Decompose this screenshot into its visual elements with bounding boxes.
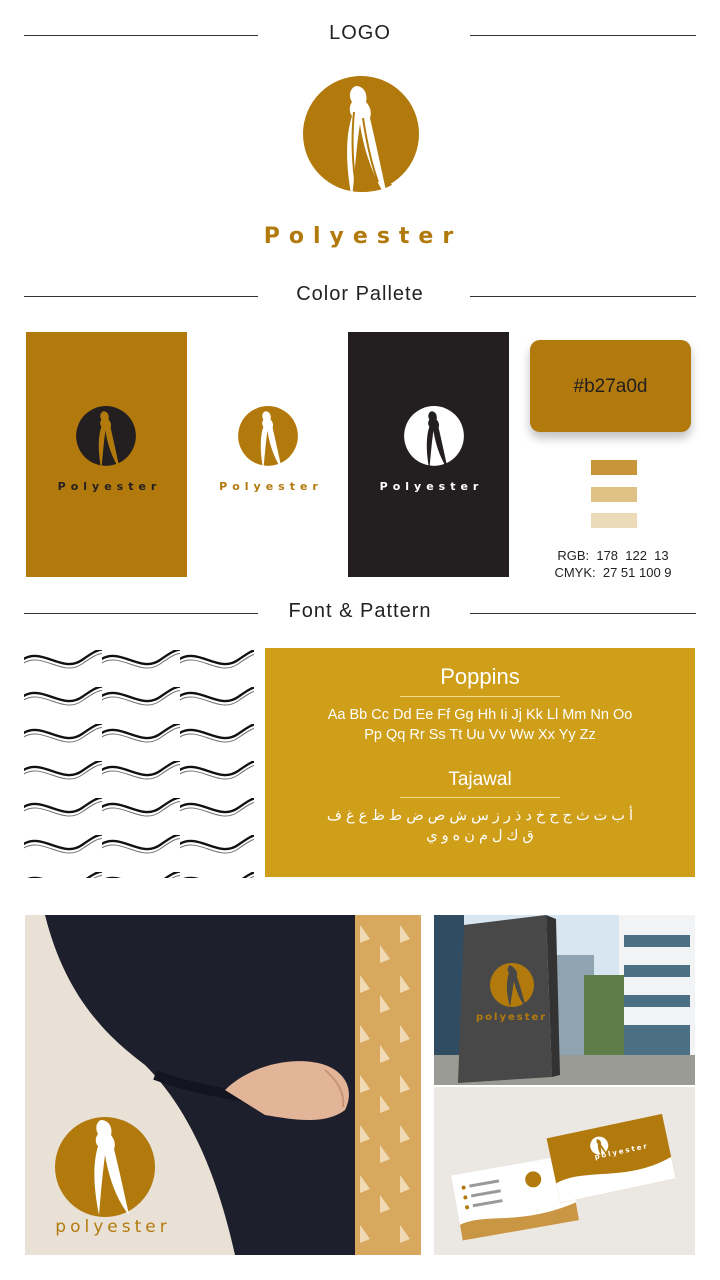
secondary-font-underline [400,797,560,798]
business-card-mockup-photo: polyester [434,1087,695,1255]
primary-font-name: Poppins [440,664,520,689]
divider-right [470,296,696,297]
main-logo-emblem [303,76,419,200]
hex-value: #b27a0d [573,376,648,397]
section-title-palette: Color Pallete [296,283,424,305]
signage-wordmark: polyester [476,1012,548,1023]
typography-card: Poppins Aa Bb Cc Dd Ee Ff Gg Hh Ii Jj Kk… [265,648,695,877]
primary-font-sample-1: Aa Bb Cc Dd Ee Ff Gg Hh Ii Jj Kk Ll Mm N… [327,707,633,723]
tint-swatch-3 [591,513,637,528]
divider-right [470,35,696,36]
secondary-font-sample-2: ق ك ل م ن ه و ي [426,828,534,844]
logo-on-gold-card: Polyester [26,332,187,577]
logo-emblem-dark [76,406,136,470]
signage-mockup-photo: polyester [434,915,695,1085]
primary-font-underline [400,696,560,697]
apparel-mockup-photo: polyester [25,915,421,1255]
section-title-fonts: Font & Pattern [288,600,432,622]
logo-wordmark-white: Polyester [379,480,484,493]
divider-right [470,613,696,614]
secondary-font-name: Tajawal [448,769,512,790]
tint-swatch-1 [591,460,637,475]
secondary-font-sample-1: أ ب ت ث ج ح خ د ذ ر ز س ش ص ض ط ظ ع غ ف [326,808,634,824]
apparel-mockup-wordmark: polyester [55,1217,171,1237]
section-title-logo: LOGO [329,22,391,44]
tint-swatch-2 [591,487,637,502]
primary-font-sample-2: Pp Qq Rr Ss Tt Uu Vv Ww Xx Yy Zz [364,727,596,743]
logo-on-white-card: Polyester [198,332,338,577]
rgb-values: RGB: 178 122 13 [557,548,669,563]
primary-color-chip: #b27a0d [530,340,691,432]
wave-pattern [24,650,254,878]
main-logo-wordmark: Polyester [263,224,463,249]
logo-on-black-card: Polyester [348,332,509,577]
cmyk-values: CMYK: 27 51 100 9 [554,565,672,580]
logo-wordmark-dark: Polyester [57,480,162,493]
logo-wordmark-gold: Polyester [219,480,323,493]
logo-emblem-gold [238,406,298,470]
logo-emblem-white [404,406,464,470]
